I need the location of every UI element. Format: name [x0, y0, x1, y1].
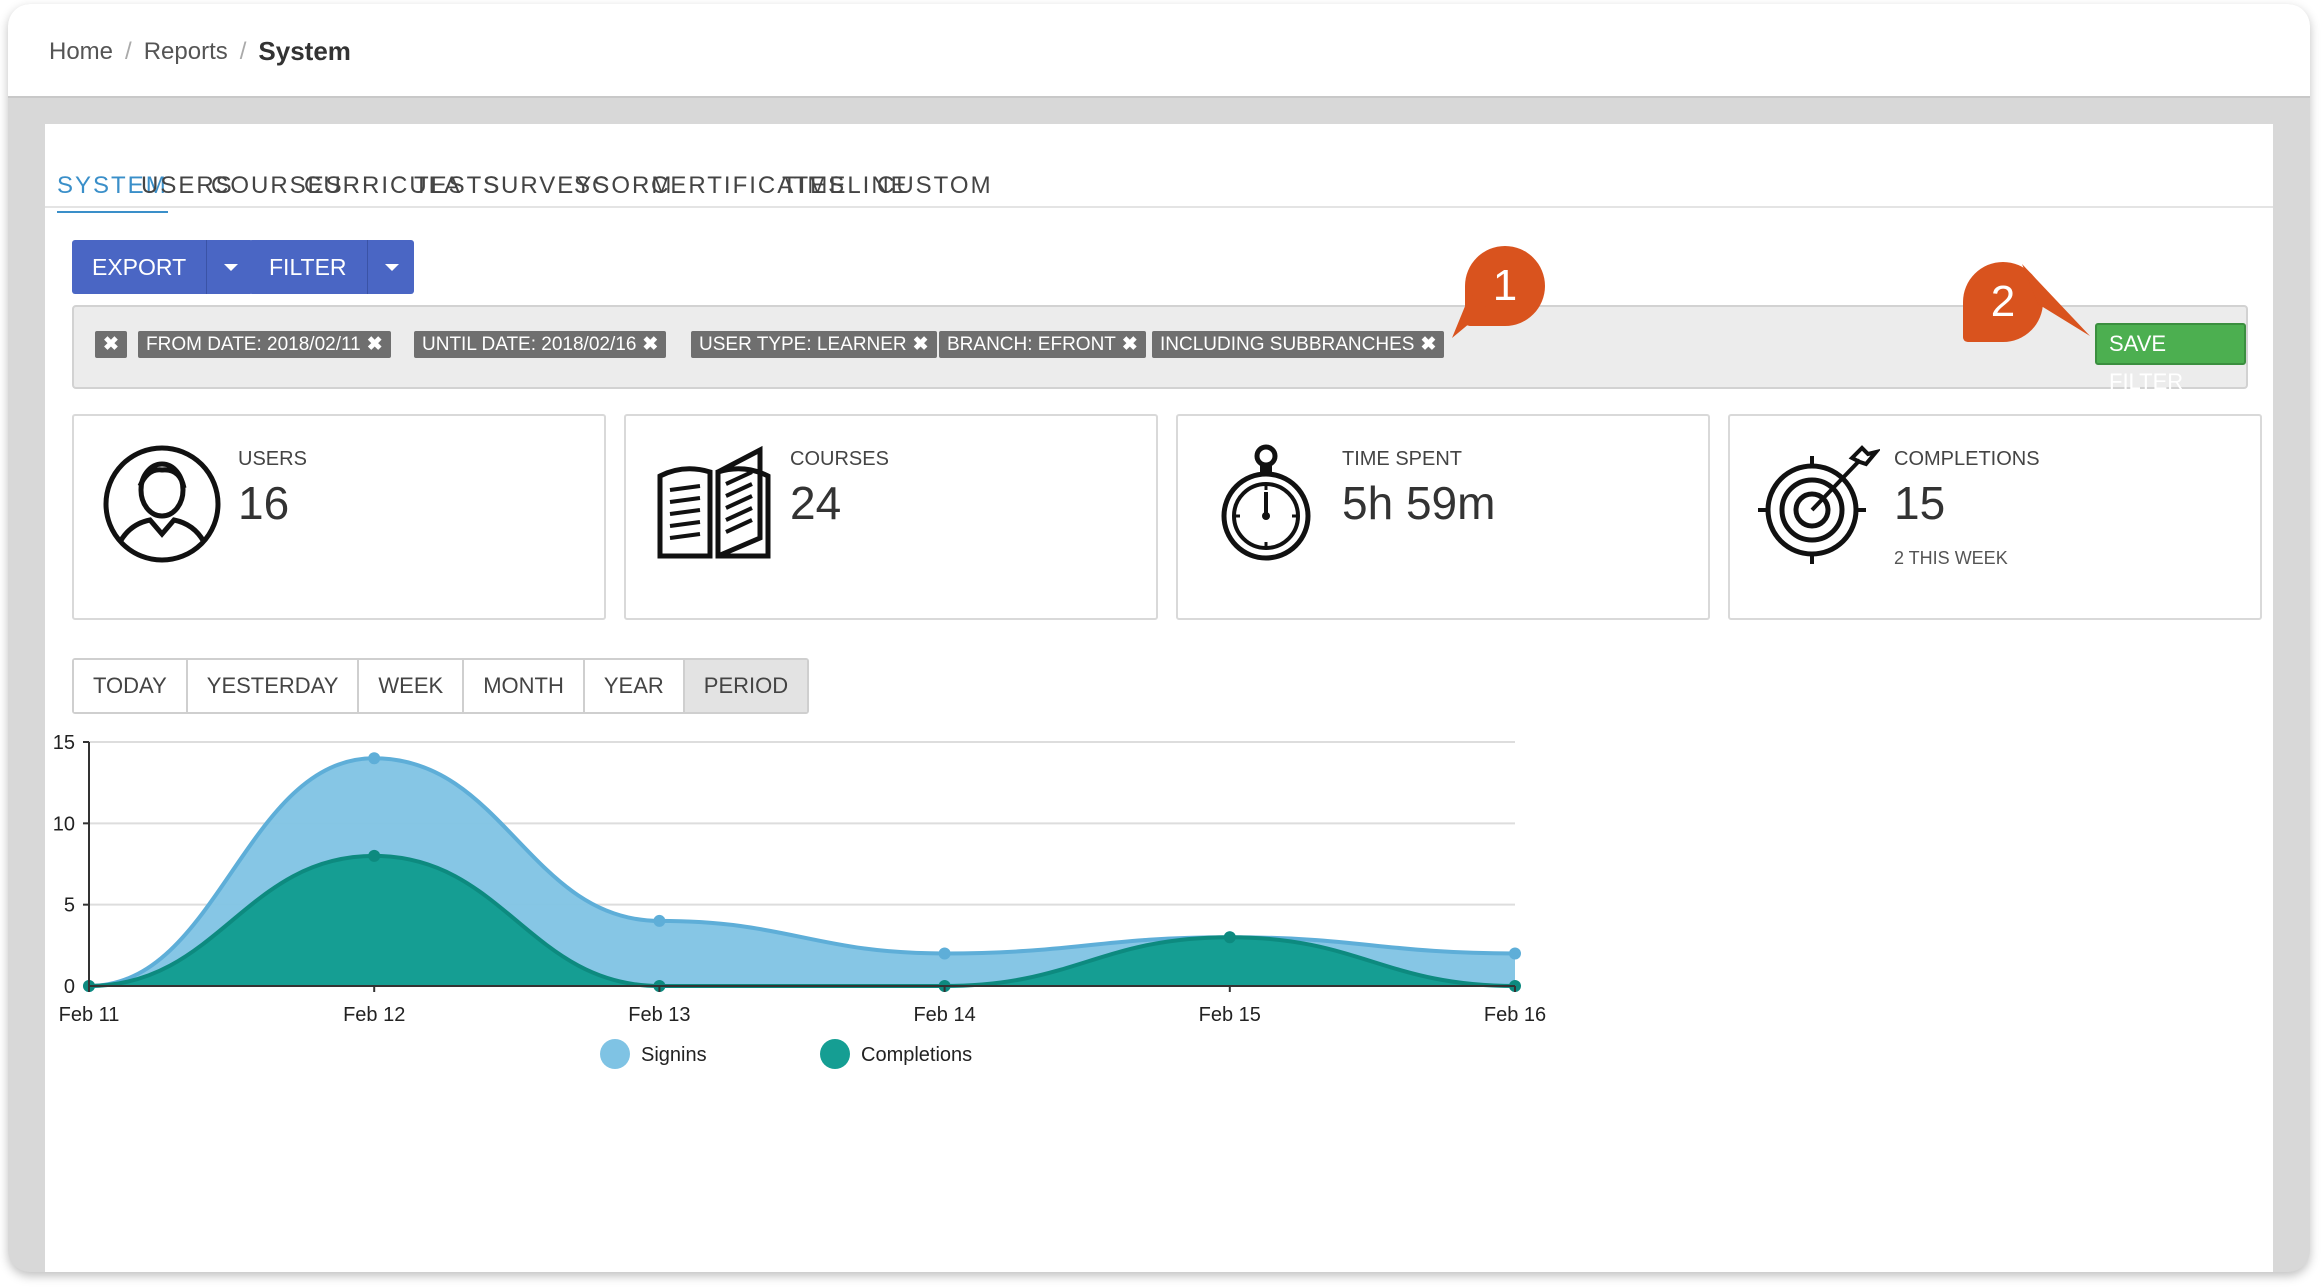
filter-dropdown-toggle[interactable]	[366, 240, 414, 294]
filter-button-group: FILTER	[249, 240, 414, 294]
period-month[interactable]: MONTH	[464, 660, 585, 712]
stat-value: 16	[238, 477, 290, 529]
close-icon: ✖	[103, 334, 119, 355]
period-today[interactable]: TODAY	[74, 660, 188, 712]
legend-label: Completions	[861, 1044, 972, 1066]
x-tick-label: Feb 11	[59, 1004, 120, 1026]
clear-filters-button[interactable]: ✖	[95, 331, 127, 358]
filter-chip-label: INCLUDING SUBBRANCHES	[1160, 334, 1415, 355]
stat-card-time-spent: TIME SPENT 5h 59m	[1176, 414, 1710, 620]
close-icon[interactable]: ✖	[913, 334, 929, 355]
report-tabs: SYSTEM USERS COURSES CURRICULA TESTS SUR…	[45, 124, 2273, 213]
stat-value: 24	[790, 477, 842, 529]
close-icon[interactable]: ✖	[642, 334, 658, 355]
y-tick-label: 0	[64, 976, 75, 998]
x-tick-label: Feb 16	[1484, 1004, 1546, 1026]
breadcrumb-separator: /	[125, 37, 132, 65]
filter-chip[interactable]: INCLUDING SUBBRANCHES ✖	[1152, 331, 1445, 358]
save-filter-button[interactable]: SAVE FILTER	[2095, 323, 2246, 394]
window-frame: Home / Reports / System SYSTEM USERS COU…	[8, 4, 2310, 1272]
period-week[interactable]: WEEK	[359, 660, 465, 712]
stat-value: 15	[1894, 477, 1946, 529]
stopwatch-icon	[1221, 444, 1311, 561]
period-year[interactable]: YEAR	[584, 660, 685, 712]
period-yesterday[interactable]: YESTERDAY	[187, 660, 360, 712]
export-button-group: EXPORT	[72, 240, 254, 294]
breadcrumb-reports[interactable]: Reports	[144, 38, 228, 66]
data-point-signins	[938, 947, 951, 960]
y-tick-label: 5	[64, 895, 75, 917]
export-dropdown-toggle[interactable]	[206, 240, 254, 294]
data-point-signins	[1509, 947, 1521, 960]
x-tick-label: Feb 13	[628, 1004, 690, 1026]
close-icon[interactable]: ✖	[367, 334, 383, 355]
period-selector: TODAY YESTERDAY WEEK MONTH YEAR PERIOD	[72, 658, 810, 714]
legend-label: Signins	[641, 1044, 707, 1066]
breadcrumb-current: System	[258, 36, 351, 66]
stat-value: 5h 59m	[1342, 477, 1496, 529]
data-point-completions	[368, 849, 381, 862]
stat-card-courses: COURSES 24	[624, 414, 1158, 620]
data-point-signins	[653, 914, 666, 927]
breadcrumb-home[interactable]: Home	[49, 38, 113, 66]
filter-chip-label: BRANCH: EFRONT	[947, 334, 1116, 355]
x-tick-label: Feb 12	[343, 1004, 405, 1026]
stat-card-completions: COMPLETIONS 15 2 THIS WEEK	[1728, 414, 2262, 620]
data-point-signins	[368, 752, 381, 765]
stat-card-users: USERS 16	[72, 414, 606, 620]
filter-button[interactable]: FILTER	[249, 240, 367, 294]
data-point-completions	[1223, 931, 1236, 944]
close-icon[interactable]: ✖	[1420, 334, 1436, 355]
export-button[interactable]: EXPORT	[72, 240, 207, 294]
x-tick-label: Feb 15	[1199, 1004, 1261, 1026]
user-icon	[103, 445, 221, 563]
close-icon[interactable]: ✖	[1122, 334, 1138, 355]
stat-label: COMPLETIONS	[1894, 448, 2040, 470]
filter-chip-label: FROM DATE: 2018/02/11	[146, 334, 361, 355]
period-period[interactable]: PERIOD	[684, 660, 808, 712]
callout-pointer-2	[2022, 264, 2090, 336]
filter-chip[interactable]: BRANCH: EFRONT ✖	[939, 331, 1146, 358]
stat-subtext: 2 THIS WEEK	[1894, 548, 2008, 568]
activity-chart: 0 5 10 15 Feb 11 Feb 12 Feb 13 Feb 14 Feb 15 Feb …	[53, 732, 1546, 1069]
filter-chip-label: USER TYPE: LEARNER	[699, 334, 907, 355]
legend-swatch	[600, 1039, 630, 1069]
callout-pointer-1	[1452, 294, 1488, 338]
stat-label: USERS	[238, 448, 307, 470]
stat-label: TIME SPENT	[1342, 448, 1463, 470]
breadcrumb: Home / Reports / System	[49, 36, 351, 67]
target-icon	[1758, 445, 1880, 564]
breadcrumb-separator: /	[239, 37, 247, 65]
tab-custom[interactable]: CUSTOM	[877, 172, 993, 200]
reports-panel: SYSTEM USERS COURSES CURRICULA TESTS SUR…	[45, 124, 2273, 1272]
x-tick-label: Feb 14	[913, 1004, 975, 1026]
book-icon	[657, 445, 771, 559]
stat-label: COURSES	[790, 448, 889, 470]
legend-swatch	[820, 1039, 850, 1069]
filter-chip[interactable]: FROM DATE: 2018/02/11 ✖	[138, 331, 391, 358]
filter-chip[interactable]: USER TYPE: LEARNER ✖	[691, 331, 937, 358]
y-tick-label: 15	[53, 732, 75, 754]
filter-chip[interactable]: UNTIL DATE: 2018/02/16 ✖	[414, 331, 667, 358]
y-tick-label: 10	[53, 813, 75, 835]
active-filters-bar: ✖ FROM DATE: 2018/02/11 ✖ UNTIL DATE: 201…	[72, 305, 2248, 394]
top-bar: Home / Reports / System	[8, 4, 2310, 98]
filter-chip-label: UNTIL DATE: 2018/02/16	[422, 334, 637, 355]
